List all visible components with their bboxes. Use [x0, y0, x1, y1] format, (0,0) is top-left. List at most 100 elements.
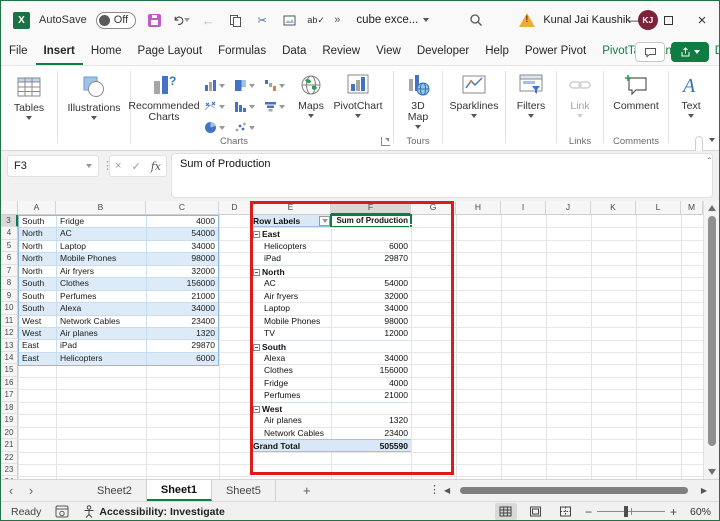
sparklines-button[interactable]: Sparklines [443, 71, 504, 120]
zoom-thumb[interactable] [624, 506, 628, 517]
pivot-row-value[interactable]: 34000 [331, 302, 411, 314]
name-box[interactable]: F3 [7, 155, 99, 177]
column-header-I[interactable]: I [501, 201, 546, 215]
table-cell[interactable]: 29870 [147, 340, 218, 351]
table-row[interactable]: WestAir planes1320 [19, 328, 218, 340]
pivot-row-label[interactable]: Network Cables [251, 427, 331, 439]
zoom-level[interactable]: 60% [685, 506, 711, 518]
table-row[interactable]: NorthAir fryers32000 [19, 266, 218, 278]
treemap-chart-button[interactable] [229, 75, 259, 96]
ribbon-tab-data[interactable]: Data [274, 39, 314, 65]
sheet-tab-sheet2[interactable]: Sheet2 [83, 480, 147, 501]
row-header-4[interactable]: 4 [1, 227, 18, 239]
row-header-8[interactable]: 8 [1, 277, 18, 289]
page-layout-view-button[interactable] [525, 503, 547, 520]
row-header-12[interactable]: 12 [1, 327, 18, 339]
table-cell[interactable]: Air fryers [57, 266, 147, 277]
row-header-20[interactable]: 20 [1, 427, 18, 439]
funnel-chart-button[interactable] [259, 96, 289, 117]
sheet-tab-sheet5[interactable]: Sheet5 [212, 480, 276, 501]
ribbon-tab-developer[interactable]: Developer [409, 39, 477, 65]
pivot-row[interactable]: Alexa34000 [251, 352, 411, 364]
pivot-row[interactable]: Fridge4000 [251, 377, 411, 389]
scatter-line-chart-button[interactable] [199, 96, 229, 117]
pivot-row[interactable]: AC54000 [251, 277, 411, 289]
save-button[interactable] [145, 11, 163, 29]
column-header-J[interactable]: J [546, 201, 591, 215]
pivot-row[interactable]: Grand Total505590 [251, 439, 411, 451]
pivot-row-label[interactable]: iPad [251, 252, 331, 264]
illustrations-button[interactable]: Illustrations [61, 73, 126, 122]
table-row[interactable]: NorthAC54000 [19, 228, 218, 240]
table-cell[interactable]: iPad [57, 340, 147, 351]
row-header-6[interactable]: 6 [1, 252, 18, 264]
table-cell[interactable]: South [19, 291, 57, 302]
select-all-corner[interactable] [1, 201, 18, 215]
pivot-row-value[interactable]: 98000 [331, 315, 411, 327]
pivot-row-value[interactable]: 23400 [331, 427, 411, 439]
table-cell[interactable]: 23400 [147, 316, 218, 327]
table-cell[interactable]: AC [57, 228, 147, 239]
pivot-row-label[interactable]: South [251, 341, 331, 352]
ribbon-tab-insert[interactable]: Insert [36, 39, 83, 65]
ribbon-tab-formulas[interactable]: Formulas [210, 39, 274, 65]
pivot-row[interactable]: Air fryers32000 [251, 290, 411, 302]
row-header-21[interactable]: 21 [1, 439, 18, 451]
horizontal-scrollbar[interactable]: ◀ ▶ [444, 483, 707, 498]
tables-button[interactable]: Tables [8, 73, 50, 122]
row-header-7[interactable]: 7 [1, 265, 18, 277]
column-header-H[interactable]: H [456, 201, 501, 215]
enter-button[interactable]: ✓ [131, 160, 140, 173]
row-header-13[interactable]: 13 [1, 340, 18, 352]
ribbon-tab-power-pivot[interactable]: Power Pivot [517, 39, 594, 65]
table-cell[interactable]: 98000 [147, 253, 218, 264]
pivot-row-label[interactable]: Mobile Phones [251, 315, 331, 327]
row-header-19[interactable]: 19 [1, 414, 18, 426]
pivot-row-label[interactable]: Alexa [251, 352, 331, 364]
scroll-left-icon[interactable]: ◀ [444, 486, 454, 495]
column-header-A[interactable]: A [18, 201, 56, 215]
waterfall-chart-button[interactable] [259, 75, 289, 96]
table-cell[interactable]: Clothes [57, 278, 147, 289]
zoom-out-button[interactable]: − [585, 505, 592, 519]
column-header-F[interactable]: F [331, 201, 411, 215]
row-labels-filter-button[interactable] [319, 216, 330, 226]
scroll-down-icon[interactable] [708, 469, 716, 475]
ribbon-tab-help[interactable]: Help [477, 39, 517, 65]
row-header-15[interactable]: 15 [1, 364, 18, 376]
prev-sheet-button[interactable]: ‹ [1, 480, 21, 501]
qat-overflow-button[interactable]: » [334, 14, 340, 26]
normal-view-button[interactable] [495, 503, 517, 520]
minimize-button[interactable]: — [617, 1, 651, 39]
macro-record-icon[interactable] [55, 505, 69, 518]
pivot-row-value[interactable]: 54000 [331, 277, 411, 289]
pivot-row-label[interactable]: East [251, 228, 331, 239]
pivot-header-row[interactable]: Row LabelsSum of Production [251, 215, 411, 227]
pivot-row[interactable]: West [251, 402, 411, 414]
table-row[interactable]: NorthMobile Phones98000 [19, 253, 218, 265]
pivot-row-value[interactable]: 1320 [331, 414, 411, 426]
pivot-row-value[interactable]: 6000 [331, 240, 411, 252]
insert-function-button[interactable]: fx [151, 160, 161, 173]
column-header-C[interactable]: C [146, 201, 219, 215]
selected-cell-F3[interactable]: Sum of Production [331, 215, 411, 227]
recommended-charts-button[interactable]: ? Recommended Charts [131, 71, 197, 125]
zoom-in-button[interactable]: + [670, 505, 677, 519]
table-cell[interactable]: Mobile Phones [57, 253, 147, 264]
collapse-formula-bar-icon[interactable]: ˆ [708, 157, 711, 168]
filters-button[interactable]: Filters [511, 71, 552, 120]
cut-button[interactable]: ✂ [253, 11, 271, 29]
new-sheet-button[interactable]: + [294, 480, 320, 501]
table-cell[interactable]: Fridge [57, 216, 147, 227]
pivot-row-label[interactable]: West [251, 403, 331, 414]
pivot-row[interactable]: Perfumes21000 [251, 389, 411, 401]
row-header-5[interactable]: 5 [1, 240, 18, 252]
pivot-row-value[interactable]: 505590 [331, 439, 411, 451]
table-cell[interactable]: 54000 [147, 228, 218, 239]
pivot-row-label[interactable]: Air fryers [251, 290, 331, 302]
table-cell[interactable]: South [19, 216, 57, 227]
table-cell[interactable]: North [19, 228, 57, 239]
table-cell[interactable]: Alexa [57, 303, 147, 314]
pivot-row-value[interactable] [331, 228, 411, 239]
pivot-row-value[interactable]: 156000 [331, 364, 411, 376]
